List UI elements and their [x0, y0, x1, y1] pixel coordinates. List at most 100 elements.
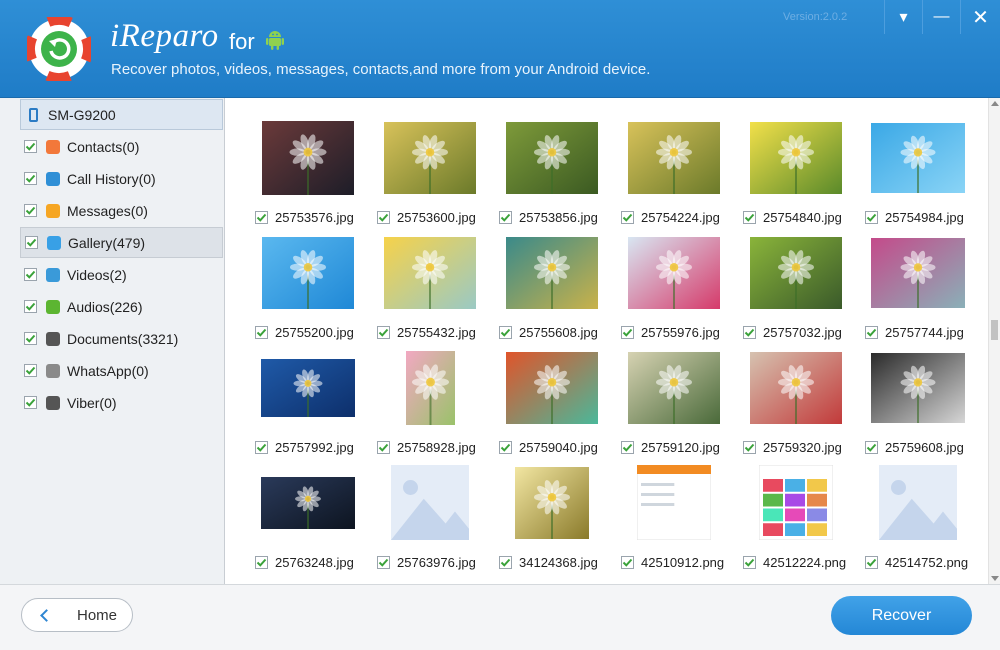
thumbnail-image[interactable]: [759, 465, 833, 540]
sidebar-item-gallery[interactable]: Gallery(479): [20, 227, 223, 258]
checkbox[interactable]: [24, 204, 37, 217]
gallery-item[interactable]: 25755976.jpg: [619, 230, 729, 340]
gallery-item[interactable]: 25755200.jpg: [253, 230, 363, 340]
checkbox[interactable]: [24, 332, 37, 345]
checkbox[interactable]: [743, 210, 756, 224]
gallery-item[interactable]: 25759040.jpg: [497, 345, 607, 455]
checkbox[interactable]: [377, 210, 390, 224]
checkbox[interactable]: [743, 325, 756, 339]
thumbnail-image[interactable]: [637, 465, 711, 540]
vertical-scrollbar[interactable]: [988, 98, 1000, 584]
checkbox[interactable]: [255, 440, 268, 454]
sidebar-item-videos[interactable]: Videos(2): [20, 259, 223, 290]
checkbox[interactable]: [24, 396, 37, 409]
scroll-down-icon[interactable]: [991, 576, 999, 581]
sidebar-item-audios[interactable]: Audios(226): [20, 291, 223, 322]
checkbox[interactable]: [377, 555, 390, 569]
thumbnail-image[interactable]: [384, 121, 476, 194]
gallery-item[interactable]: 34124368.jpg: [497, 460, 607, 570]
thumbnail-image[interactable]: [384, 236, 476, 309]
scroll-up-icon[interactable]: [991, 101, 999, 106]
checkbox[interactable]: [24, 300, 37, 313]
checkbox[interactable]: [25, 236, 38, 249]
thumbnail-image[interactable]: [262, 120, 354, 195]
gallery-item[interactable]: 25759320.jpg: [741, 345, 851, 455]
checkbox[interactable]: [621, 325, 634, 339]
gallery-item[interactable]: 42510912.png: [619, 460, 729, 570]
checkbox[interactable]: [255, 555, 268, 569]
minimize-button[interactable]: —: [922, 0, 960, 34]
scroll-thumb[interactable]: [991, 320, 998, 340]
gallery-item[interactable]: 25763976.jpg: [375, 460, 485, 570]
checkbox[interactable]: [24, 364, 37, 377]
checkbox[interactable]: [621, 440, 634, 454]
checkbox[interactable]: [377, 440, 390, 454]
device-item[interactable]: SM-G9200: [20, 99, 223, 130]
image-placeholder-icon[interactable]: [391, 465, 469, 540]
thumbnail-image[interactable]: [628, 121, 720, 194]
gallery-item[interactable]: 25759608.jpg: [863, 345, 973, 455]
checkbox[interactable]: [499, 555, 512, 569]
thumbnail-image[interactable]: [261, 476, 355, 529]
gallery-item[interactable]: 25755608.jpg: [497, 230, 607, 340]
thumbnail-image[interactable]: [405, 350, 455, 425]
checkbox[interactable]: [621, 210, 634, 224]
sidebar-item-call-history[interactable]: Call History(0): [20, 163, 223, 194]
gallery-item[interactable]: 25754984.jpg: [863, 115, 973, 225]
recover-button[interactable]: Recover: [831, 596, 972, 635]
home-button[interactable]: Home: [21, 598, 133, 632]
gallery-item[interactable]: 25757744.jpg: [863, 230, 973, 340]
sidebar-item-messages[interactable]: Messages(0): [20, 195, 223, 226]
checkbox[interactable]: [24, 172, 37, 185]
checkbox[interactable]: [377, 325, 390, 339]
gallery-item[interactable]: 25757032.jpg: [741, 230, 851, 340]
thumbnail-image[interactable]: [750, 351, 842, 424]
gallery-item[interactable]: 25753576.jpg: [253, 115, 363, 225]
gallery-item[interactable]: 25755432.jpg: [375, 230, 485, 340]
checkbox[interactable]: [499, 325, 512, 339]
thumbnail-image[interactable]: [506, 351, 598, 424]
thumbnail-image[interactable]: [750, 121, 842, 194]
gallery-item[interactable]: 25754840.jpg: [741, 115, 851, 225]
thumbnail-image[interactable]: [506, 121, 598, 194]
checkbox[interactable]: [24, 140, 37, 153]
gallery-item[interactable]: 25753856.jpg: [497, 115, 607, 225]
image-placeholder-icon[interactable]: [879, 465, 957, 540]
checkbox[interactable]: [743, 440, 756, 454]
checkbox[interactable]: [865, 555, 878, 569]
sidebar-item-documents[interactable]: Documents(3321): [20, 323, 223, 354]
thumbnail-image[interactable]: [871, 237, 965, 308]
checkbox[interactable]: [743, 555, 756, 569]
gallery-item[interactable]: 25758928.jpg: [375, 345, 485, 455]
sidebar-item-viber[interactable]: Viber(0): [20, 387, 223, 418]
sidebar-item-contacts[interactable]: Contacts(0): [20, 131, 223, 162]
checkbox[interactable]: [499, 440, 512, 454]
thumbnail-image[interactable]: [261, 358, 355, 417]
gallery-item[interactable]: 25763248.jpg: [253, 460, 363, 570]
checkbox[interactable]: [255, 210, 268, 224]
gallery-item[interactable]: 42512224.png: [741, 460, 851, 570]
checkbox[interactable]: [865, 325, 878, 339]
gallery-item[interactable]: 25754224.jpg: [619, 115, 729, 225]
thumbnail-image[interactable]: [871, 352, 965, 423]
gallery-item[interactable]: 25757992.jpg: [253, 345, 363, 455]
thumbnail-image[interactable]: [628, 351, 720, 424]
gallery-item[interactable]: 25759120.jpg: [619, 345, 729, 455]
menu-dropdown-button[interactable]: ▾: [884, 0, 922, 34]
gallery-item[interactable]: 25753600.jpg: [375, 115, 485, 225]
thumbnail-image[interactable]: [262, 236, 354, 309]
sidebar-item-whatsapp[interactable]: WhatsApp(0): [20, 355, 223, 386]
thumbnail-image[interactable]: [750, 236, 842, 309]
checkbox[interactable]: [865, 210, 878, 224]
checkbox[interactable]: [621, 555, 634, 569]
checkbox[interactable]: [499, 210, 512, 224]
thumbnail-image[interactable]: [515, 466, 589, 539]
checkbox[interactable]: [24, 268, 37, 281]
thumbnail-image[interactable]: [628, 236, 720, 309]
checkbox[interactable]: [865, 440, 878, 454]
close-button[interactable]: ✕: [960, 0, 1000, 34]
thumbnail-image[interactable]: [506, 236, 598, 309]
gallery-item[interactable]: 42514752.png: [863, 460, 973, 570]
checkbox[interactable]: [255, 325, 268, 339]
thumbnail-image[interactable]: [871, 122, 965, 193]
